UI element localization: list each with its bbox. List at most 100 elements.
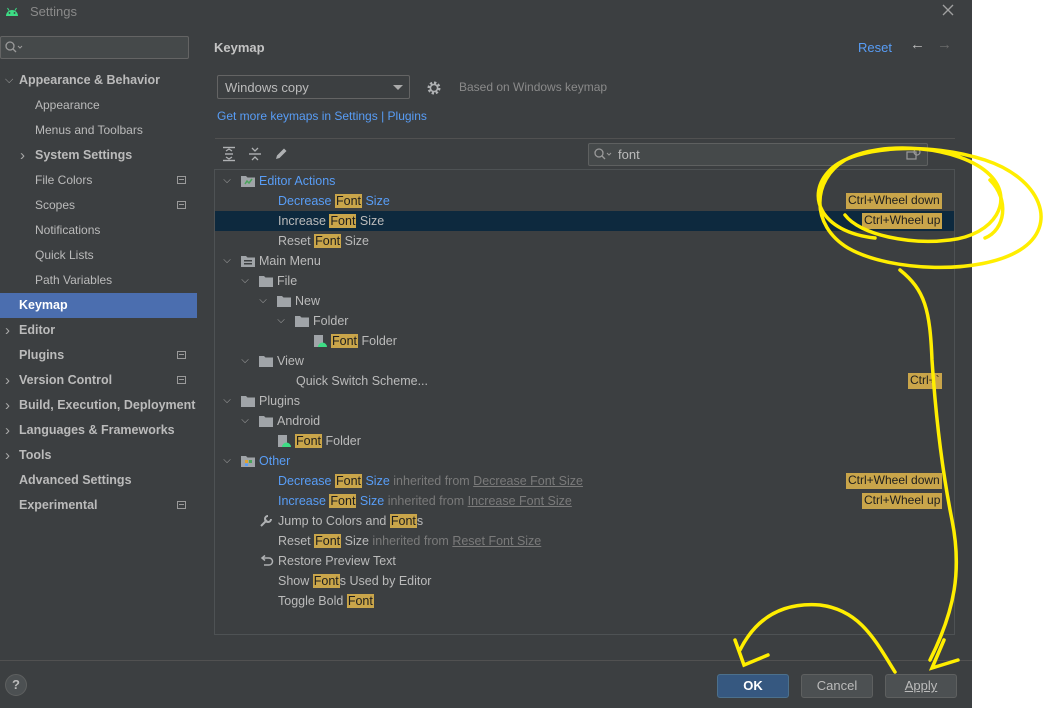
search-match-highlight: Font <box>389 514 417 528</box>
gear-icon[interactable] <box>426 80 442 96</box>
tree-row[interactable]: ⌵ Folder <box>215 311 954 331</box>
tree-row[interactable]: ⌵ File <box>215 271 954 291</box>
sidebar-item-quick-lists[interactable]: Quick Lists <box>0 243 197 268</box>
shortcut-badge: Ctrl+Wheel down <box>846 193 942 209</box>
sidebar-item-file-colors[interactable]: File Colors <box>0 168 197 193</box>
chevron-right-icon[interactable]: › <box>5 418 10 443</box>
sidebar-item-label: Keymap <box>19 298 68 312</box>
tree-row-label: Jump to Colors and Fonts <box>278 511 423 531</box>
search-match-highlight: Font <box>314 534 342 548</box>
sidebar-item-notifications[interactable]: Notifications <box>0 218 197 243</box>
settings-search-input[interactable] <box>0 36 189 59</box>
tree-row[interactable]: Reset Font Size <box>215 231 954 251</box>
sidebar-item-experimental[interactable]: Experimental <box>0 493 197 518</box>
tree-row[interactable]: Quick Switch Scheme... Ctrl+` <box>215 371 954 391</box>
tree-row[interactable]: Font Folder <box>215 331 954 351</box>
tree-row[interactable]: ⌵ Other <box>215 451 954 471</box>
search-icon <box>594 148 612 160</box>
tree-row-text: Size <box>356 494 385 508</box>
ok-button[interactable]: OK <box>717 674 789 698</box>
tree-row-text: Plugins <box>259 394 300 408</box>
tree-row[interactable]: Increase Font Size inherited from Increa… <box>215 491 954 511</box>
tree-row[interactable]: Jump to Colors and Fonts <box>215 511 954 531</box>
tree-row[interactable]: ⌵ View <box>215 351 954 371</box>
search-match-highlight: Font <box>329 214 357 228</box>
keymap-select[interactable]: Windows copy <box>217 75 410 99</box>
tree-row[interactable]: Decrease Font Size Ctrl+Wheel down <box>215 191 954 211</box>
chevron-down-icon[interactable]: ⌵ <box>239 271 251 291</box>
search-match-highlight: Font <box>329 494 357 508</box>
sidebar-item-scopes[interactable]: Scopes <box>0 193 197 218</box>
sidebar-item-system-settings[interactable]: › System Settings <box>0 143 197 168</box>
collapse-all-icon[interactable] <box>247 146 263 162</box>
keymap-filter-input[interactable]: font <box>588 143 928 166</box>
sidebar-item-languages-frameworks[interactable]: › Languages & Frameworks <box>0 418 197 443</box>
chevron-down-icon[interactable]: ⌵ <box>275 311 287 331</box>
project-level-icon <box>177 201 186 209</box>
tree-row-text: Reset Font Size <box>452 534 542 548</box>
apply-button[interactable]: Apply <box>885 674 957 698</box>
sidebar-item-appearance[interactable]: Appearance <box>0 93 197 118</box>
get-more-keymaps-link[interactable]: Get more keymaps in Settings | Plugins <box>217 109 427 123</box>
forward-arrow-icon[interactable]: → <box>937 36 952 53</box>
sidebar-item-version-control[interactable]: › Version Control <box>0 368 197 393</box>
back-arrow-icon[interactable]: ← <box>910 36 925 53</box>
toolbar-divider <box>215 138 955 139</box>
sidebar-item-keymap[interactable]: Keymap <box>0 293 197 318</box>
tree-row[interactable]: Show Fonts Used by Editor <box>215 571 954 591</box>
chevron-down-icon[interactable]: ⌵ <box>5 68 13 93</box>
sidebar-item-build-execution-deployment[interactable]: › Build, Execution, Deployment <box>0 393 197 418</box>
sidebar-item-path-variables[interactable]: Path Variables <box>0 268 197 293</box>
reset-link[interactable]: Reset <box>858 40 892 55</box>
tree-row-label: Editor Actions <box>259 171 335 191</box>
sidebar-item-editor[interactable]: › Editor <box>0 318 197 343</box>
tree-row[interactable]: Increase Font Size Ctrl+Wheel up <box>215 211 954 231</box>
chevron-down-icon[interactable]: ⌵ <box>221 251 233 271</box>
chevron-right-icon[interactable]: › <box>5 393 10 418</box>
page-title: Keymap <box>214 40 265 55</box>
tree-row[interactable]: Restore Preview Text <box>215 551 954 571</box>
chevron-right-icon[interactable]: › <box>5 443 10 468</box>
sidebar-item-appearance-behavior[interactable]: ⌵ Appearance & Behavior <box>0 68 197 93</box>
tree-row-text: Show <box>278 574 313 588</box>
edit-pencil-icon[interactable] <box>273 146 289 162</box>
tree-row[interactable]: ⌵ New <box>215 291 954 311</box>
sidebar-item-plugins[interactable]: Plugins <box>0 343 197 368</box>
find-by-shortcut-icon[interactable] <box>906 148 922 162</box>
tree-row-text: Size <box>341 234 369 248</box>
chevron-down-icon[interactable]: ⌵ <box>257 291 269 311</box>
tree-row-label: Plugins <box>259 391 300 411</box>
tree-row[interactable]: ⌵ Editor Actions <box>215 171 954 191</box>
tree-row[interactable]: ⌵ Android <box>215 411 954 431</box>
close-icon[interactable] <box>940 2 956 18</box>
chevron-right-icon[interactable]: › <box>5 368 10 393</box>
cancel-button[interactable]: Cancel <box>801 674 873 698</box>
chevron-right-icon[interactable]: › <box>20 143 25 168</box>
tree-row[interactable]: ⌵ Plugins <box>215 391 954 411</box>
sidebar-item-tools[interactable]: › Tools <box>0 443 197 468</box>
sidebar-item-label: Version Control <box>19 373 113 387</box>
help-button[interactable]: ? <box>5 674 27 696</box>
chevron-down-icon[interactable]: ⌵ <box>221 391 233 411</box>
chevron-down-icon[interactable]: ⌵ <box>239 411 251 431</box>
tree-row-text: inherited from <box>389 474 474 488</box>
sidebar-item-menus-and-toolbars[interactable]: Menus and Toolbars <box>0 118 197 143</box>
sidebar-item-advanced-settings[interactable]: Advanced Settings <box>0 468 197 493</box>
tree-row[interactable]: Decrease Font Size inherited from Decrea… <box>215 471 954 491</box>
tree-row[interactable]: Reset Font Size inherited from Reset Fon… <box>215 531 954 551</box>
chevron-down-icon[interactable]: ⌵ <box>239 351 251 371</box>
tree-row-text: Increase Font Size <box>467 494 572 508</box>
tree-row[interactable]: Toggle Bold Font <box>215 591 954 611</box>
search-match-highlight: Font <box>295 434 323 448</box>
tree-row[interactable]: Font Folder <box>215 431 954 451</box>
sidebar-item-label: Appearance <box>35 98 100 112</box>
tree-row-text: View <box>277 354 304 368</box>
expand-all-icon[interactable] <box>221 146 237 162</box>
tree-row-text: Folder <box>322 434 361 448</box>
chevron-down-icon[interactable]: ⌵ <box>221 451 233 471</box>
chevron-right-icon[interactable]: › <box>5 318 10 343</box>
tree-row-text: Size <box>362 474 390 488</box>
tree-row[interactable]: ⌵ Main Menu <box>215 251 954 271</box>
tree-row-label: Other <box>259 451 290 471</box>
chevron-down-icon[interactable]: ⌵ <box>221 171 233 191</box>
